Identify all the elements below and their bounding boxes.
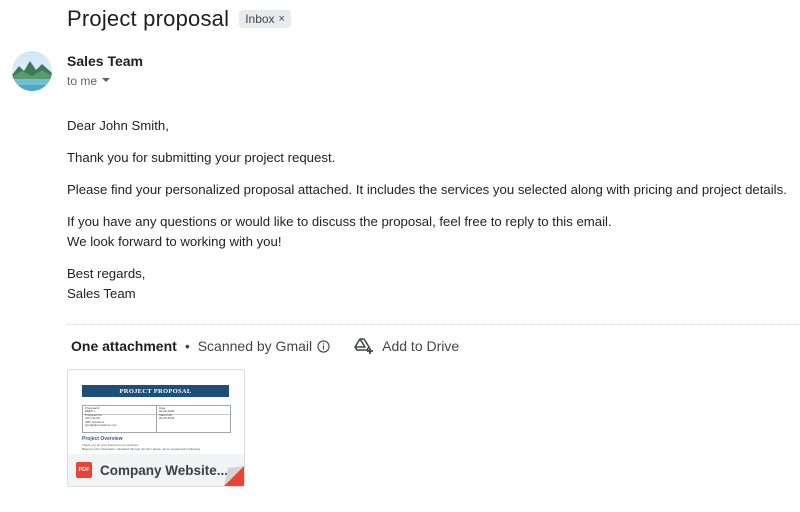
- attachments-divider: [67, 324, 800, 325]
- info-icon[interactable]: [317, 339, 330, 353]
- attachment-preview[interactable]: PROJECT PROPOSAL Proposal # REEF 1 Prepa…: [68, 370, 244, 454]
- pdf-corner-fold: [224, 466, 244, 486]
- body-paragraph-2: Please find your personalized proposal a…: [67, 182, 787, 197]
- email-subject: Project proposal: [67, 6, 230, 31]
- attachment-count: One attachment: [71, 338, 177, 354]
- separator-dot: •: [184, 338, 190, 354]
- email-body: Dear John Smith, Thank you for submittin…: [67, 116, 787, 316]
- attachment-filename: Company Website...: [100, 462, 229, 478]
- dropdown-arrow-icon[interactable]: [101, 74, 111, 88]
- body-paragraph-3: If you have any questions or would like …: [67, 212, 787, 252]
- preview-doc-table: Proposal # REEF 1 Prepared for: John Smi…: [82, 405, 231, 433]
- recipient-text: to me: [67, 74, 98, 88]
- preview-doc-title: PROJECT PROPOSAL: [82, 385, 229, 397]
- avatar-image: [12, 51, 52, 91]
- preview-cell: Date: 04-06-2025 Valid until: 20-06-2025: [159, 406, 175, 421]
- inbox-label-chip[interactable]: Inbox ×: [239, 10, 291, 28]
- add-to-drive-icon: [354, 338, 374, 354]
- attachments-header: One attachment • Scanned by Gmail Add to…: [71, 337, 459, 355]
- signoff-line: Sales Team: [67, 286, 136, 301]
- recipient-details[interactable]: to me: [67, 74, 111, 88]
- body-line: If you have any questions or would like …: [67, 214, 612, 229]
- sender-avatar[interactable]: [12, 51, 52, 91]
- body-paragraph-1: Thank you for submitting your project re…: [67, 150, 336, 165]
- remove-label-icon[interactable]: ×: [279, 13, 285, 25]
- attachment-card[interactable]: PROJECT PROPOSAL Proposal # REEF 1 Prepa…: [67, 369, 245, 487]
- sender-name[interactable]: Sales Team: [67, 53, 143, 69]
- body-line: We look forward to working with you!: [67, 234, 282, 249]
- signoff-line: Best regards,: [67, 266, 146, 281]
- add-to-drive-label: Add to Drive: [382, 338, 460, 354]
- scanned-by-gmail: Scanned by Gmail: [197, 338, 313, 354]
- greeting: Dear John Smith,: [67, 118, 169, 133]
- signoff: Best regards, Sales Team: [67, 264, 787, 304]
- email-header: Project proposal Inbox ×: [67, 4, 291, 34]
- add-to-drive-button[interactable]: Add to Drive: [354, 337, 459, 355]
- preview-cell: Proposal # REEF 1 Prepared for: John Smi…: [85, 406, 117, 428]
- label-text: Inbox: [245, 12, 275, 26]
- preview-section-heading: Project Overview: [82, 436, 123, 442]
- pdf-icon: PDF: [76, 462, 92, 478]
- preview-body-text: Thank you for your interest in our servi…: [82, 443, 201, 451]
